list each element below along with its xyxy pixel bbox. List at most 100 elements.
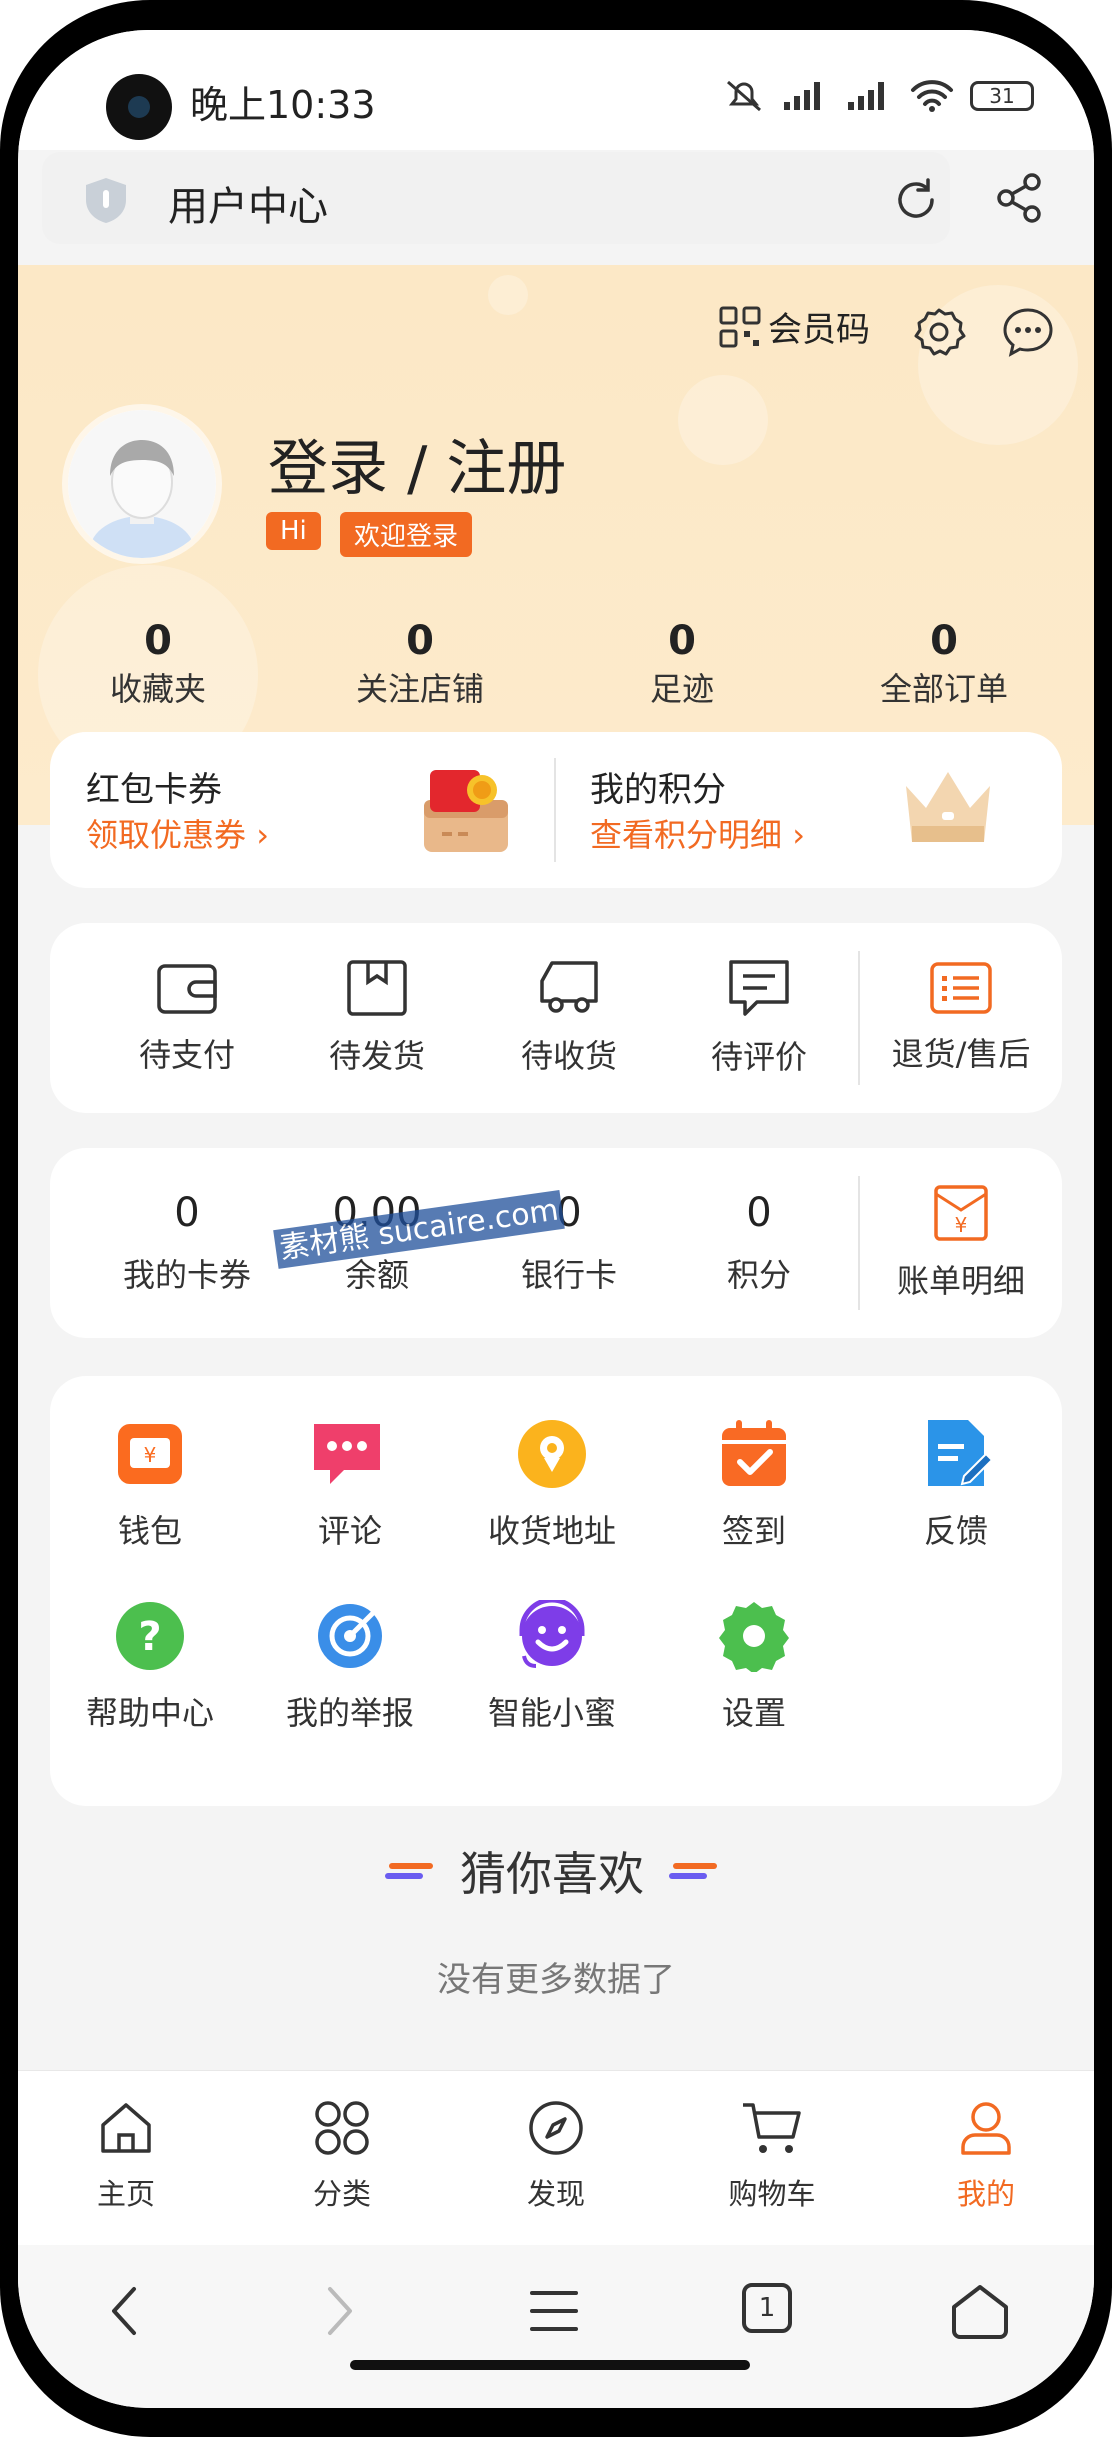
refresh-icon[interactable] [892,176,940,224]
front-camera [106,74,172,140]
tab-category[interactable]: 分类 [242,2099,442,2213]
stat-value: 0 [144,618,172,664]
get-coupon-link[interactable]: 领取优惠券 › [86,810,269,856]
tab-discover[interactable]: 发现 [456,2099,656,2213]
tool-label: 收货地址 [487,1512,616,1550]
member-code-label: 会员码 [768,310,870,350]
tool-comments[interactable]: 评论 [250,1418,450,1552]
home-shape-icon[interactable] [950,2283,1010,2341]
report-icon [318,1604,382,1668]
tool-label: 评论 [317,1512,382,1550]
stat-label: 足迹 [649,670,714,708]
tool-wallet[interactable]: ¥ 钱包 [50,1418,250,1552]
forward-icon[interactable] [320,2283,360,2339]
tab-home[interactable]: 主页 [26,2099,226,2213]
user-icon [961,2102,1011,2155]
bill-label: 账单明细 [896,1262,1025,1300]
chevron-right-icon: › [792,816,805,854]
battery-indicator: 31 [970,81,1034,111]
hi-badge: Hi [266,512,321,550]
order-pending-payment[interactable]: 待支付 [92,923,282,1113]
order-label: 待发货 [328,1037,425,1075]
tab-cart[interactable]: 购物车 [672,2099,872,2213]
status-time: 晚上10:33 [190,83,376,127]
home-indicator[interactable] [350,2360,750,2370]
order-pending-shipment[interactable]: 待发货 [282,923,472,1113]
shield-icon [86,178,126,223]
asset-label: 银行卡 [520,1256,617,1294]
tabs-count-button[interactable]: 1 [742,2283,792,2333]
tool-settings[interactable]: 设置 [654,1600,854,1734]
asset-bank-cards[interactable]: 0 银行卡 [474,1148,664,1338]
address-bar[interactable]: 用户中心 [42,152,950,244]
compass-icon [529,2101,583,2155]
gear-icon[interactable] [911,304,967,360]
page-title: 用户中心 [168,184,328,230]
return-list-icon [930,962,992,1014]
tab-label: 购物车 [728,2177,816,2211]
tool-label: 反馈 [923,1512,988,1550]
tool-label: 帮助中心 [85,1694,214,1732]
avatar[interactable] [68,410,216,558]
no-more-data-text: 没有更多数据了 [437,1960,675,2000]
order-label: 待支付 [138,1036,235,1074]
tools-card: ¥ 钱包 评论 收货地址 签到 反馈 ? 帮助中心 我的举报 智能小蜜 设置 [50,1376,1062,1806]
order-pending-receipt[interactable]: 待收货 [474,923,664,1113]
tool-help-center[interactable]: ? 帮助中心 [50,1600,250,1734]
order-label: 退货/售后 [891,1035,1031,1073]
category-icon [315,2101,369,2155]
truck-icon [540,961,598,1013]
tab-profile[interactable]: 我的 [886,2099,1086,2213]
asset-points[interactable]: 0 积分 [664,1148,854,1338]
stat-favorites[interactable]: 0 收藏夹 [58,618,258,710]
promo-divider [554,758,556,862]
qr-code-icon [719,306,761,347]
box-icon [347,960,407,1016]
menu-icon[interactable] [526,2283,582,2339]
bottom-tab-bar: 主页 分类 发现 购物车 我的 [18,2070,1094,2246]
stat-label: 关注店铺 [355,670,484,708]
assistant-icon [519,1600,585,1668]
status-bar: 晚上10:33 31 [18,30,1094,150]
member-code-button[interactable]: 会员码 [718,302,870,351]
svg-text:?: ? [138,1614,161,1660]
login-register-title[interactable]: 登录 / 注册 [268,420,566,507]
order-label: 待收货 [520,1037,617,1075]
order-label: 待评价 [710,1038,807,1076]
location-icon [518,1420,586,1488]
order-pending-review[interactable]: 待评价 [664,923,854,1113]
tool-my-reports[interactable]: 我的举报 [250,1600,450,1734]
stat-all-orders[interactable]: 0 全部订单 [844,618,1044,710]
decor-stripe-icon [669,1863,717,1879]
chevron-right-icon: › [256,816,269,854]
default-avatar-icon [68,410,216,558]
comment-icon [729,960,789,1016]
tab-label: 发现 [526,2177,585,2211]
stat-followed-shops[interactable]: 0 关注店铺 [320,618,520,710]
back-icon[interactable] [104,2283,144,2339]
stat-value: 0 [668,618,696,664]
points-detail-link[interactable]: 查看积分明细 › [590,810,805,856]
message-icon[interactable] [1000,304,1056,360]
tool-address[interactable]: 收货地址 [452,1418,652,1552]
recommend-title: 猜你喜欢 [460,1847,644,1901]
tab-label: 主页 [96,2177,155,2211]
asset-label: 我的卡券 [122,1256,251,1294]
asset-value: 0 [746,1190,772,1236]
bill-details[interactable]: ¥ 账单明细 [856,1148,1066,1338]
stat-footprints[interactable]: 0 足迹 [582,618,782,710]
order-returns-aftersales[interactable]: 退货/售后 [856,923,1066,1113]
asset-my-coupons[interactable]: 0 我的卡券 [92,1148,282,1338]
screen: 晚上10:33 31 用户中心 会员码 登录 / 注册 Hi 欢迎登录 0 收藏… [18,30,1094,2408]
asset-label: 积分 [726,1256,791,1294]
tool-label: 智能小蜜 [487,1694,616,1732]
tool-feedback[interactable]: 反馈 [856,1418,1056,1552]
browser-nav-bar: 1 [18,2245,1094,2408]
share-icon[interactable] [992,170,1048,226]
signal-icon-2 [848,82,884,110]
assets-card: 0 我的卡券 0.00 余额 0 银行卡 0 积分 ¥ 账单明细 素材熊 suc… [50,1148,1062,1338]
tool-smart-assistant[interactable]: 智能小蜜 [452,1600,652,1734]
tool-checkin[interactable]: 签到 [654,1418,854,1552]
home-icon [101,2103,151,2153]
asset-value: 0 [174,1190,200,1236]
